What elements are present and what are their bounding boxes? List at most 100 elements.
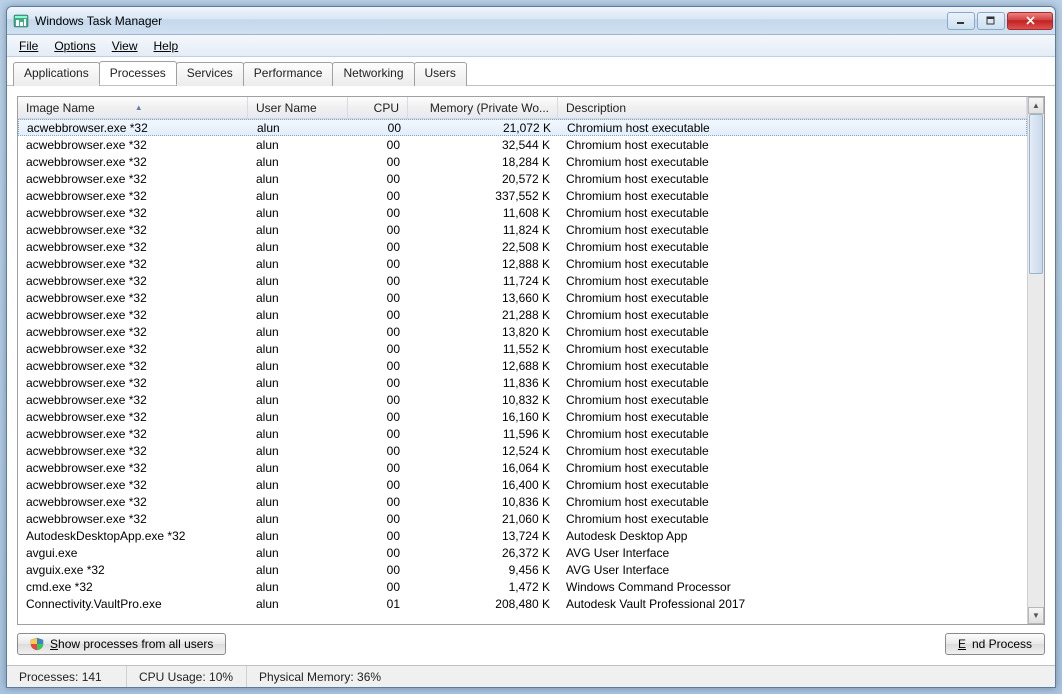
cell-description: Chromium host executable xyxy=(558,172,1027,186)
menu-options[interactable]: Options xyxy=(46,37,103,55)
cell-memory: 11,724 K xyxy=(408,274,558,288)
scroll-thumb[interactable] xyxy=(1029,114,1043,274)
cell-user-name: alun xyxy=(248,308,348,322)
close-button[interactable] xyxy=(1007,12,1053,30)
cell-memory: 16,400 K xyxy=(408,478,558,492)
process-list-container: Image Name▲ User Name CPU Memory (Privat… xyxy=(17,96,1045,625)
column-cpu[interactable]: CPU xyxy=(348,97,408,118)
scroll-down-button[interactable]: ▼ xyxy=(1028,607,1044,624)
cell-image-name: acwebbrowser.exe *32 xyxy=(18,291,248,305)
cell-memory: 11,596 K xyxy=(408,427,558,441)
process-row[interactable]: acwebbrowser.exe *32alun0010,832 KChromi… xyxy=(18,391,1027,408)
minimize-button[interactable] xyxy=(947,12,975,30)
cell-memory: 10,832 K xyxy=(408,393,558,407)
scroll-track[interactable] xyxy=(1028,114,1044,607)
scroll-up-button[interactable]: ▲ xyxy=(1028,97,1044,114)
process-row[interactable]: cmd.exe *32alun001,472 KWindows Command … xyxy=(18,578,1027,595)
process-row[interactable]: acwebbrowser.exe *32alun0011,724 KChromi… xyxy=(18,272,1027,289)
cell-cpu: 00 xyxy=(348,342,408,356)
process-row[interactable]: acwebbrowser.exe *32alun0020,572 KChromi… xyxy=(18,170,1027,187)
cell-description: Chromium host executable xyxy=(558,274,1027,288)
process-row[interactable]: acwebbrowser.exe *32alun0011,824 KChromi… xyxy=(18,221,1027,238)
show-all-processes-button[interactable]: Show processes from all users xyxy=(17,633,226,655)
process-row[interactable]: acwebbrowser.exe *32alun0012,688 KChromi… xyxy=(18,357,1027,374)
tab-performance[interactable]: Performance xyxy=(243,62,334,86)
cell-image-name: acwebbrowser.exe *32 xyxy=(18,461,248,475)
process-row[interactable]: acwebbrowser.exe *32alun0018,284 KChromi… xyxy=(18,153,1027,170)
process-row[interactable]: avgui.exealun0026,372 KAVG User Interfac… xyxy=(18,544,1027,561)
process-row[interactable]: acwebbrowser.exe *32alun0016,160 KChromi… xyxy=(18,408,1027,425)
process-row[interactable]: acwebbrowser.exe *32alun0013,820 KChromi… xyxy=(18,323,1027,340)
menu-view[interactable]: View xyxy=(104,37,146,55)
cell-user-name: alun xyxy=(248,478,348,492)
process-rows[interactable]: acwebbrowser.exe *32alun0021,072 KChromi… xyxy=(18,119,1027,624)
cell-cpu: 00 xyxy=(348,410,408,424)
process-row[interactable]: acwebbrowser.exe *32alun0021,072 KChromi… xyxy=(18,119,1027,136)
cell-cpu: 00 xyxy=(348,155,408,169)
column-description[interactable]: Description xyxy=(558,97,1027,118)
cell-memory: 18,284 K xyxy=(408,155,558,169)
tab-processes[interactable]: Processes xyxy=(99,61,177,85)
cell-memory: 21,288 K xyxy=(408,308,558,322)
process-row[interactable]: acwebbrowser.exe *32alun0012,888 KChromi… xyxy=(18,255,1027,272)
cell-memory: 16,064 K xyxy=(408,461,558,475)
process-row[interactable]: acwebbrowser.exe *32alun0021,060 KChromi… xyxy=(18,510,1027,527)
cell-image-name: acwebbrowser.exe *32 xyxy=(18,342,248,356)
process-row[interactable]: acwebbrowser.exe *32alun0021,288 KChromi… xyxy=(18,306,1027,323)
cell-cpu: 00 xyxy=(348,359,408,373)
process-row[interactable]: AutodeskDesktopApp.exe *32alun0013,724 K… xyxy=(18,527,1027,544)
tab-applications[interactable]: Applications xyxy=(13,62,100,86)
status-cpu: CPU Usage: 10% xyxy=(127,666,247,687)
cell-cpu: 00 xyxy=(348,444,408,458)
titlebar[interactable]: Windows Task Manager xyxy=(7,7,1055,35)
menubar: File Options View Help xyxy=(7,35,1055,57)
cell-user-name: alun xyxy=(248,155,348,169)
process-row[interactable]: acwebbrowser.exe *32alun00337,552 KChrom… xyxy=(18,187,1027,204)
cell-user-name: alun xyxy=(248,410,348,424)
process-row[interactable]: acwebbrowser.exe *32alun0016,064 KChromi… xyxy=(18,459,1027,476)
cell-description: Chromium host executable xyxy=(558,359,1027,373)
tab-networking[interactable]: Networking xyxy=(332,62,414,86)
maximize-button[interactable] xyxy=(977,12,1005,30)
process-row[interactable]: Connectivity.VaultPro.exealun01208,480 K… xyxy=(18,595,1027,612)
status-memory: Physical Memory: 36% xyxy=(247,666,1055,687)
process-row[interactable]: avguix.exe *32alun009,456 KAVG User Inte… xyxy=(18,561,1027,578)
process-row[interactable]: acwebbrowser.exe *32alun0011,596 KChromi… xyxy=(18,425,1027,442)
cell-image-name: acwebbrowser.exe *32 xyxy=(18,325,248,339)
cell-user-name: alun xyxy=(248,461,348,475)
cell-image-name: acwebbrowser.exe *32 xyxy=(18,206,248,220)
menu-help[interactable]: Help xyxy=(146,37,187,55)
cell-image-name: Connectivity.VaultPro.exe xyxy=(18,597,248,611)
process-row[interactable]: acwebbrowser.exe *32alun0016,400 KChromi… xyxy=(18,476,1027,493)
column-memory[interactable]: Memory (Private Wo... xyxy=(408,97,558,118)
process-row[interactable]: acwebbrowser.exe *32alun0022,508 KChromi… xyxy=(18,238,1027,255)
column-user-name[interactable]: User Name xyxy=(248,97,348,118)
tab-services[interactable]: Services xyxy=(176,62,244,86)
end-process-button[interactable]: End Process xyxy=(945,633,1045,655)
cell-memory: 337,552 K xyxy=(408,189,558,203)
process-row[interactable]: acwebbrowser.exe *32alun0011,608 KChromi… xyxy=(18,204,1027,221)
cell-image-name: acwebbrowser.exe *32 xyxy=(18,308,248,322)
cell-user-name: alun xyxy=(248,546,348,560)
cell-memory: 26,372 K xyxy=(408,546,558,560)
vertical-scrollbar[interactable]: ▲ ▼ xyxy=(1027,97,1044,624)
process-row[interactable]: acwebbrowser.exe *32alun0011,836 KChromi… xyxy=(18,374,1027,391)
process-row[interactable]: acwebbrowser.exe *32alun0012,524 KChromi… xyxy=(18,442,1027,459)
cell-user-name: alun xyxy=(248,580,348,594)
menu-file[interactable]: File xyxy=(11,37,46,55)
cell-description: Chromium host executable xyxy=(558,427,1027,441)
cell-description: Chromium host executable xyxy=(558,393,1027,407)
cell-memory: 10,836 K xyxy=(408,495,558,509)
cell-image-name: acwebbrowser.exe *32 xyxy=(18,444,248,458)
process-row[interactable]: acwebbrowser.exe *32alun0010,836 KChromi… xyxy=(18,493,1027,510)
task-manager-icon xyxy=(13,13,29,29)
cell-description: Chromium host executable xyxy=(558,444,1027,458)
process-row[interactable]: acwebbrowser.exe *32alun0032,544 KChromi… xyxy=(18,136,1027,153)
cell-image-name: acwebbrowser.exe *32 xyxy=(18,376,248,390)
cell-cpu: 00 xyxy=(348,495,408,509)
tab-users[interactable]: Users xyxy=(414,62,467,86)
process-row[interactable]: acwebbrowser.exe *32alun0013,660 KChromi… xyxy=(18,289,1027,306)
column-image-name[interactable]: Image Name▲ xyxy=(18,97,248,118)
process-row[interactable]: acwebbrowser.exe *32alun0011,552 KChromi… xyxy=(18,340,1027,357)
cell-description: Chromium host executable xyxy=(558,376,1027,390)
